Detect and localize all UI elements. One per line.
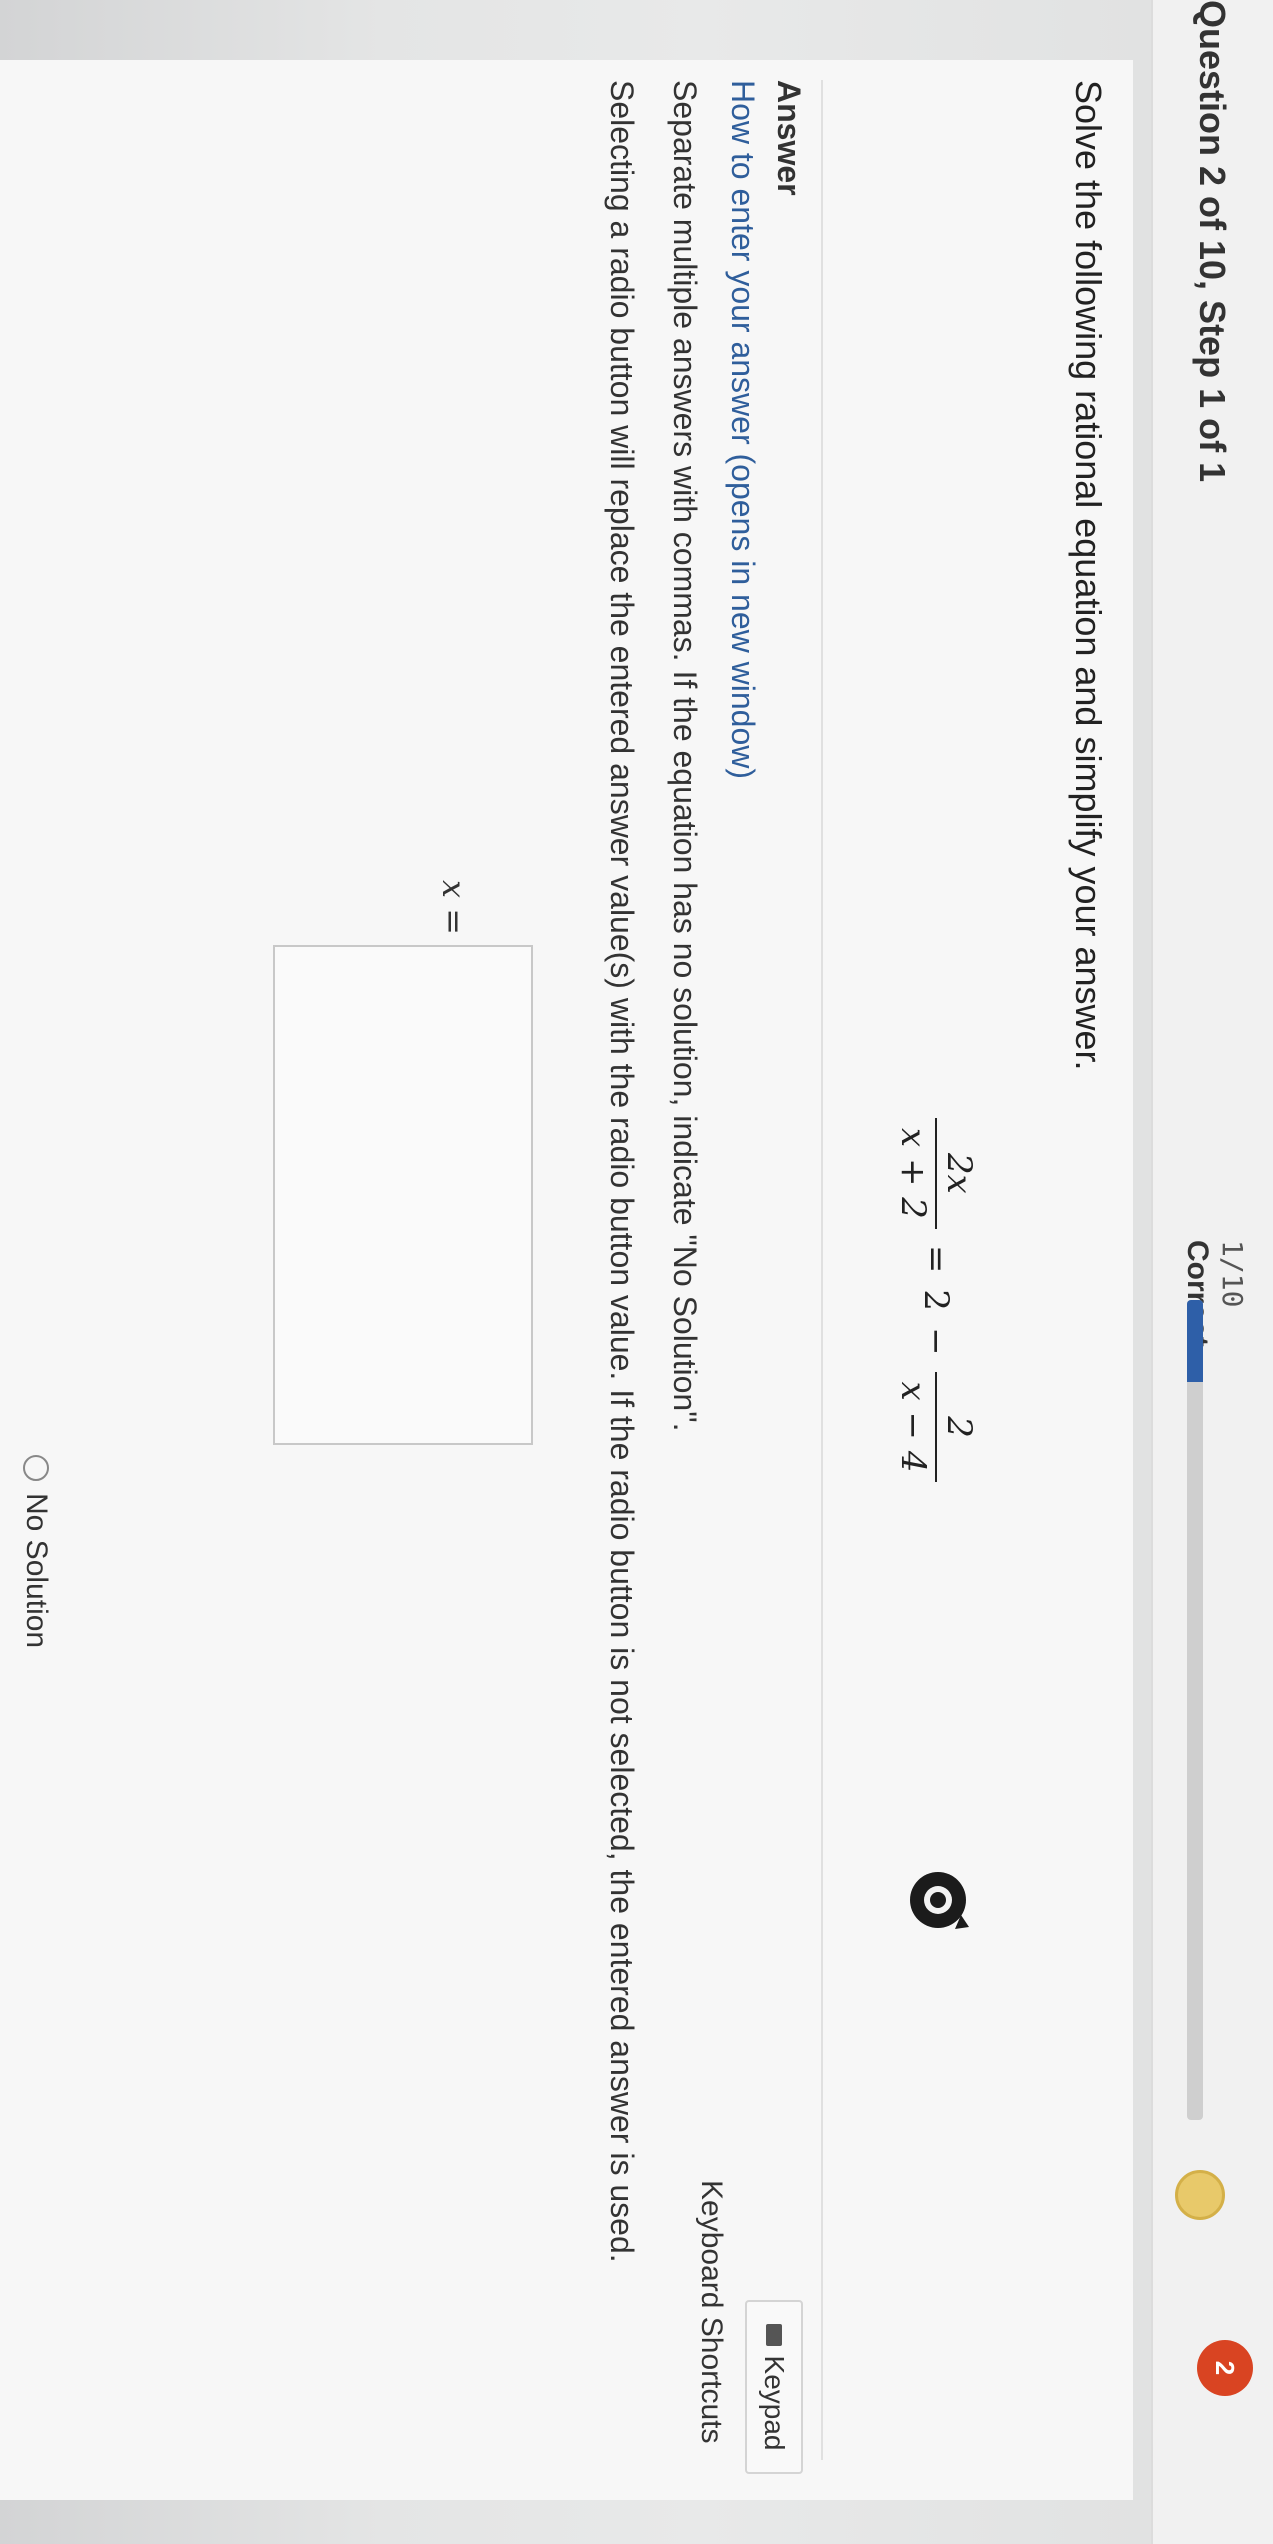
- instructions-radio: Selecting a radio button will replace th…: [604, 80, 640, 2263]
- fraction-bar: [935, 1371, 937, 1483]
- keyboard-icon: [766, 2323, 782, 2346]
- coin-icon[interactable]: [1175, 2170, 1225, 2220]
- lhs-fraction: 2x x + 2: [891, 1118, 981, 1229]
- equals-sign: =: [916, 1244, 956, 1274]
- progress-bar: [1187, 1300, 1203, 2120]
- divider: [821, 80, 823, 2460]
- minus-sign: −: [916, 1327, 956, 1356]
- answer-heading: Answer: [771, 80, 807, 196]
- keypad-label: Keypad: [759, 2355, 790, 2451]
- rotated-page: Question 2 of 10, Step 1 of 1 1/10 Corre…: [0, 0, 1273, 2544]
- progress-fill: [1187, 1300, 1203, 1382]
- rational-equation: 2x x + 2 = 2 − 2 x − 4: [851, 1110, 1021, 1490]
- no-solution-radio[interactable]: No Solution: [19, 1455, 53, 1648]
- lhs-denominator: x + 2: [893, 1128, 933, 1219]
- answer-input[interactable]: [273, 945, 533, 1445]
- no-solution-label: No Solution: [20, 1493, 53, 1649]
- fraction-bar: [935, 1118, 937, 1229]
- question-label: Question 2 of 10, Step 1 of 1: [1192, 0, 1233, 483]
- header-bar: Question 2 of 10, Step 1 of 1 1/10 Corre…: [1151, 0, 1273, 2544]
- rhs-fraction: 2 x − 4: [891, 1371, 981, 1483]
- notification-badge[interactable]: 2: [1197, 2340, 1253, 2396]
- lhs-numerator: 2x: [939, 1153, 979, 1194]
- question-card: Solve the following rational equation an…: [0, 60, 1133, 2500]
- rhs-denominator: x − 4: [893, 1381, 933, 1473]
- question-prompt: Solve the following rational equation an…: [1068, 80, 1109, 1071]
- keypad-button[interactable]: Keypad: [745, 2300, 803, 2474]
- camera-icon[interactable]: [903, 1865, 973, 1935]
- radio-circle-icon[interactable]: [23, 1455, 49, 1481]
- constant-term: 2: [916, 1289, 956, 1312]
- instructions-separate: Separate multiple answers with commas. I…: [667, 80, 703, 1432]
- screen: Question 2 of 10, Step 1 of 1 1/10 Corre…: [0, 0, 1273, 2544]
- score-fraction: 1/10: [1216, 1240, 1249, 1308]
- rhs-numerator: 2: [939, 1416, 979, 1438]
- x-equals-label: x =: [435, 880, 473, 936]
- keyboard-shortcuts-link[interactable]: Keyboard Shortcuts: [694, 2180, 728, 2443]
- how-to-enter-link[interactable]: How to enter your answer (opens in new w…: [724, 80, 761, 779]
